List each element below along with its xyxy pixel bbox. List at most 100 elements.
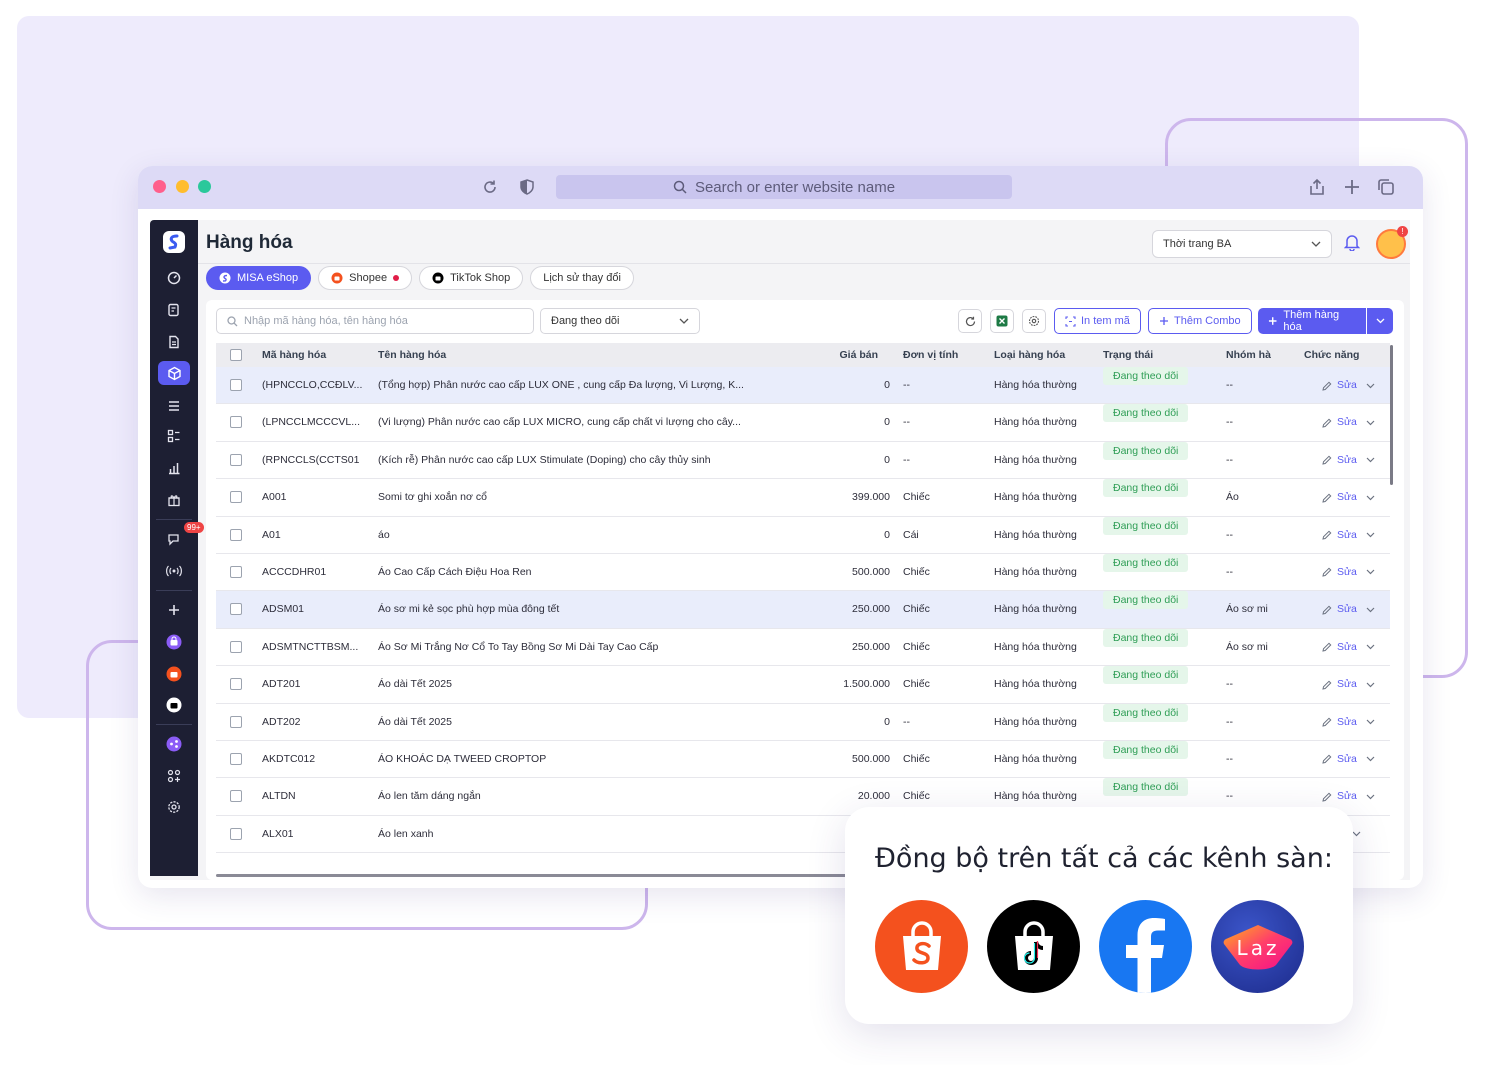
chevron-down-icon[interactable] [1366, 383, 1375, 389]
chevron-down-icon[interactable] [1352, 831, 1361, 837]
header-code[interactable]: Mã hàng hóa [262, 343, 326, 367]
chevron-down-icon[interactable] [1366, 794, 1375, 800]
table-row[interactable]: (LPNCCLMCCCVL... (Vi lượng) Phân nước cao… [216, 404, 1390, 442]
table-row[interactable]: ADT201 Áo dài Tết 2025 1.500.000 Chiếc Hàng … [216, 666, 1390, 704]
tab-shopee[interactable]: Shopee [318, 266, 413, 290]
chevron-down-icon[interactable] [1366, 495, 1375, 501]
table-row[interactable]: ADSM01 Áo sơ mi kẻ sọc phù hợp mùa đông t… [216, 591, 1390, 629]
bell-icon[interactable] [1343, 233, 1361, 256]
header-group[interactable]: Nhóm hà [1226, 343, 1271, 367]
horizontal-scrollbar[interactable] [216, 874, 856, 877]
app-logo[interactable] [158, 230, 190, 254]
tab-change-history[interactable]: Lịch sử thay đổi [530, 266, 634, 290]
edit-button[interactable]: Sửa [1322, 517, 1375, 554]
tab-misa-eshop[interactable]: MISA eShop [206, 266, 312, 290]
invoice-icon[interactable] [158, 330, 190, 354]
list-icon[interactable] [158, 394, 190, 418]
chevron-down-icon[interactable] [1366, 532, 1375, 538]
select-all-checkbox[interactable] [230, 349, 242, 361]
settings-icon[interactable] [158, 795, 190, 819]
row-checkbox[interactable] [230, 453, 242, 466]
chevron-down-icon[interactable] [1366, 457, 1375, 463]
chevron-down-icon[interactable] [1366, 420, 1375, 426]
edit-button[interactable]: Sửa [1322, 591, 1375, 628]
row-checkbox[interactable] [230, 715, 242, 728]
dashboard-icon[interactable] [158, 266, 190, 290]
row-checkbox[interactable] [230, 528, 242, 541]
address-bar[interactable]: Search or enter website name [556, 175, 1012, 199]
search-input[interactable]: Nhập mã hàng hóa, tên hàng hóa [216, 308, 534, 334]
chevron-down-icon[interactable] [1366, 682, 1375, 688]
row-checkbox[interactable] [230, 379, 242, 391]
tab-tiktok-shop[interactable]: TikTok Shop [419, 266, 524, 290]
orders-icon[interactable] [158, 298, 190, 322]
shopee-icon[interactable] [158, 662, 190, 686]
misa-shop-icon[interactable] [158, 630, 190, 654]
table-row[interactable]: AKDTC012 ÁO KHOÁC DẠ TWEED CROPTOP 500.000… [216, 740, 1390, 779]
export-excel-button[interactable] [990, 309, 1014, 333]
share-icon[interactable] [1306, 176, 1328, 198]
store-select[interactable]: Thời trang BA [1152, 230, 1332, 258]
chat-icon[interactable]: 99+ [158, 522, 204, 551]
row-checkbox[interactable] [230, 603, 242, 616]
new-tab-icon[interactable] [1341, 176, 1363, 198]
table-row[interactable]: ADSMTNCTTBSM... Áo Sơ Mi Trắng Nơ Cổ To T… [216, 628, 1390, 667]
row-checkbox[interactable] [230, 416, 242, 429]
edit-button[interactable]: Sửa [1322, 367, 1375, 404]
row-checkbox[interactable] [230, 752, 242, 765]
tabs-overview-icon[interactable] [1375, 176, 1397, 198]
table-row[interactable]: A001 Somi tơ ghi xoắn nơ cổ 399.000 Chiếc Hà… [216, 479, 1390, 517]
edit-button[interactable]: Sửa [1322, 404, 1375, 441]
add-product-menu-button[interactable] [1367, 308, 1393, 334]
table-row[interactable]: A01 áo 0 Cái Hàng hóa thường Đang theo dõi -- S… [216, 516, 1390, 554]
chevron-down-icon[interactable] [1366, 756, 1375, 762]
products-icon[interactable] [158, 361, 190, 385]
close-window-button[interactable] [153, 180, 166, 193]
shield-icon[interactable] [516, 176, 538, 198]
edit-button[interactable]: Sửa [1322, 442, 1375, 479]
row-checkbox[interactable] [230, 678, 242, 691]
add-icon[interactable] [158, 598, 190, 622]
category-icon[interactable] [158, 424, 190, 448]
header-name[interactable]: Tên hàng hóa [378, 343, 446, 367]
table-row[interactable]: ADT202 Áo dài Tết 2025 0 -- Hàng hóa thường Đ… [216, 703, 1390, 741]
integration-icon[interactable] [158, 732, 190, 756]
header-type[interactable]: Loại hàng hóa [994, 343, 1065, 367]
broadcast-icon[interactable] [158, 559, 190, 583]
edit-button[interactable]: Sửa [1322, 479, 1375, 516]
chevron-down-icon[interactable] [1366, 644, 1375, 650]
row-checkbox[interactable] [230, 491, 242, 504]
add-product-button[interactable]: Thêm hàng hóa [1258, 308, 1366, 334]
row-checkbox[interactable] [230, 640, 242, 653]
refresh-button[interactable] [958, 309, 982, 333]
header-status[interactable]: Trạng thái [1103, 343, 1153, 367]
edit-button[interactable]: Sửa [1322, 629, 1375, 666]
row-checkbox[interactable] [230, 565, 242, 578]
chevron-down-icon[interactable] [1366, 607, 1375, 613]
gift-icon[interactable] [158, 488, 190, 512]
reload-icon[interactable] [479, 176, 501, 198]
header-price[interactable]: Giá bán [756, 343, 878, 367]
minimize-window-button[interactable] [176, 180, 189, 193]
row-checkbox[interactable] [230, 790, 242, 803]
status-filter-select[interactable]: Đang theo dõi [540, 308, 700, 334]
print-label-button[interactable]: In tem mã [1054, 308, 1141, 334]
chevron-down-icon[interactable] [1366, 569, 1375, 575]
chevron-down-icon[interactable] [1366, 719, 1375, 725]
header-unit[interactable]: Đơn vị tính [903, 343, 958, 367]
edit-button[interactable]: Sửa [1322, 666, 1375, 703]
edit-button[interactable]: Sửa [1322, 741, 1375, 778]
maximize-window-button[interactable] [198, 180, 211, 193]
report-icon[interactable] [158, 456, 190, 480]
table-row[interactable]: ACCCDHR01 Áo Cao Cấp Cách Điệu Hoa Ren 500… [216, 553, 1390, 592]
edit-button[interactable]: Sửa [1322, 704, 1375, 741]
edit-button[interactable]: Sửa [1322, 554, 1375, 591]
column-settings-button[interactable] [1022, 309, 1046, 333]
row-checkbox[interactable] [230, 827, 242, 840]
table-row[interactable]: (HPNCCLO,CCĐLV... (Tổng hợp) Phân nước ca… [216, 367, 1390, 405]
apps-icon[interactable] [158, 764, 190, 788]
vertical-scrollbar[interactable] [1390, 345, 1393, 485]
table-row[interactable]: (RPNCCLS(CCTS01 (Kích rễ) Phân nước cao c… [216, 441, 1390, 480]
tiktok-shop-icon[interactable] [158, 693, 190, 717]
add-combo-button[interactable]: Thêm Combo [1148, 308, 1252, 334]
